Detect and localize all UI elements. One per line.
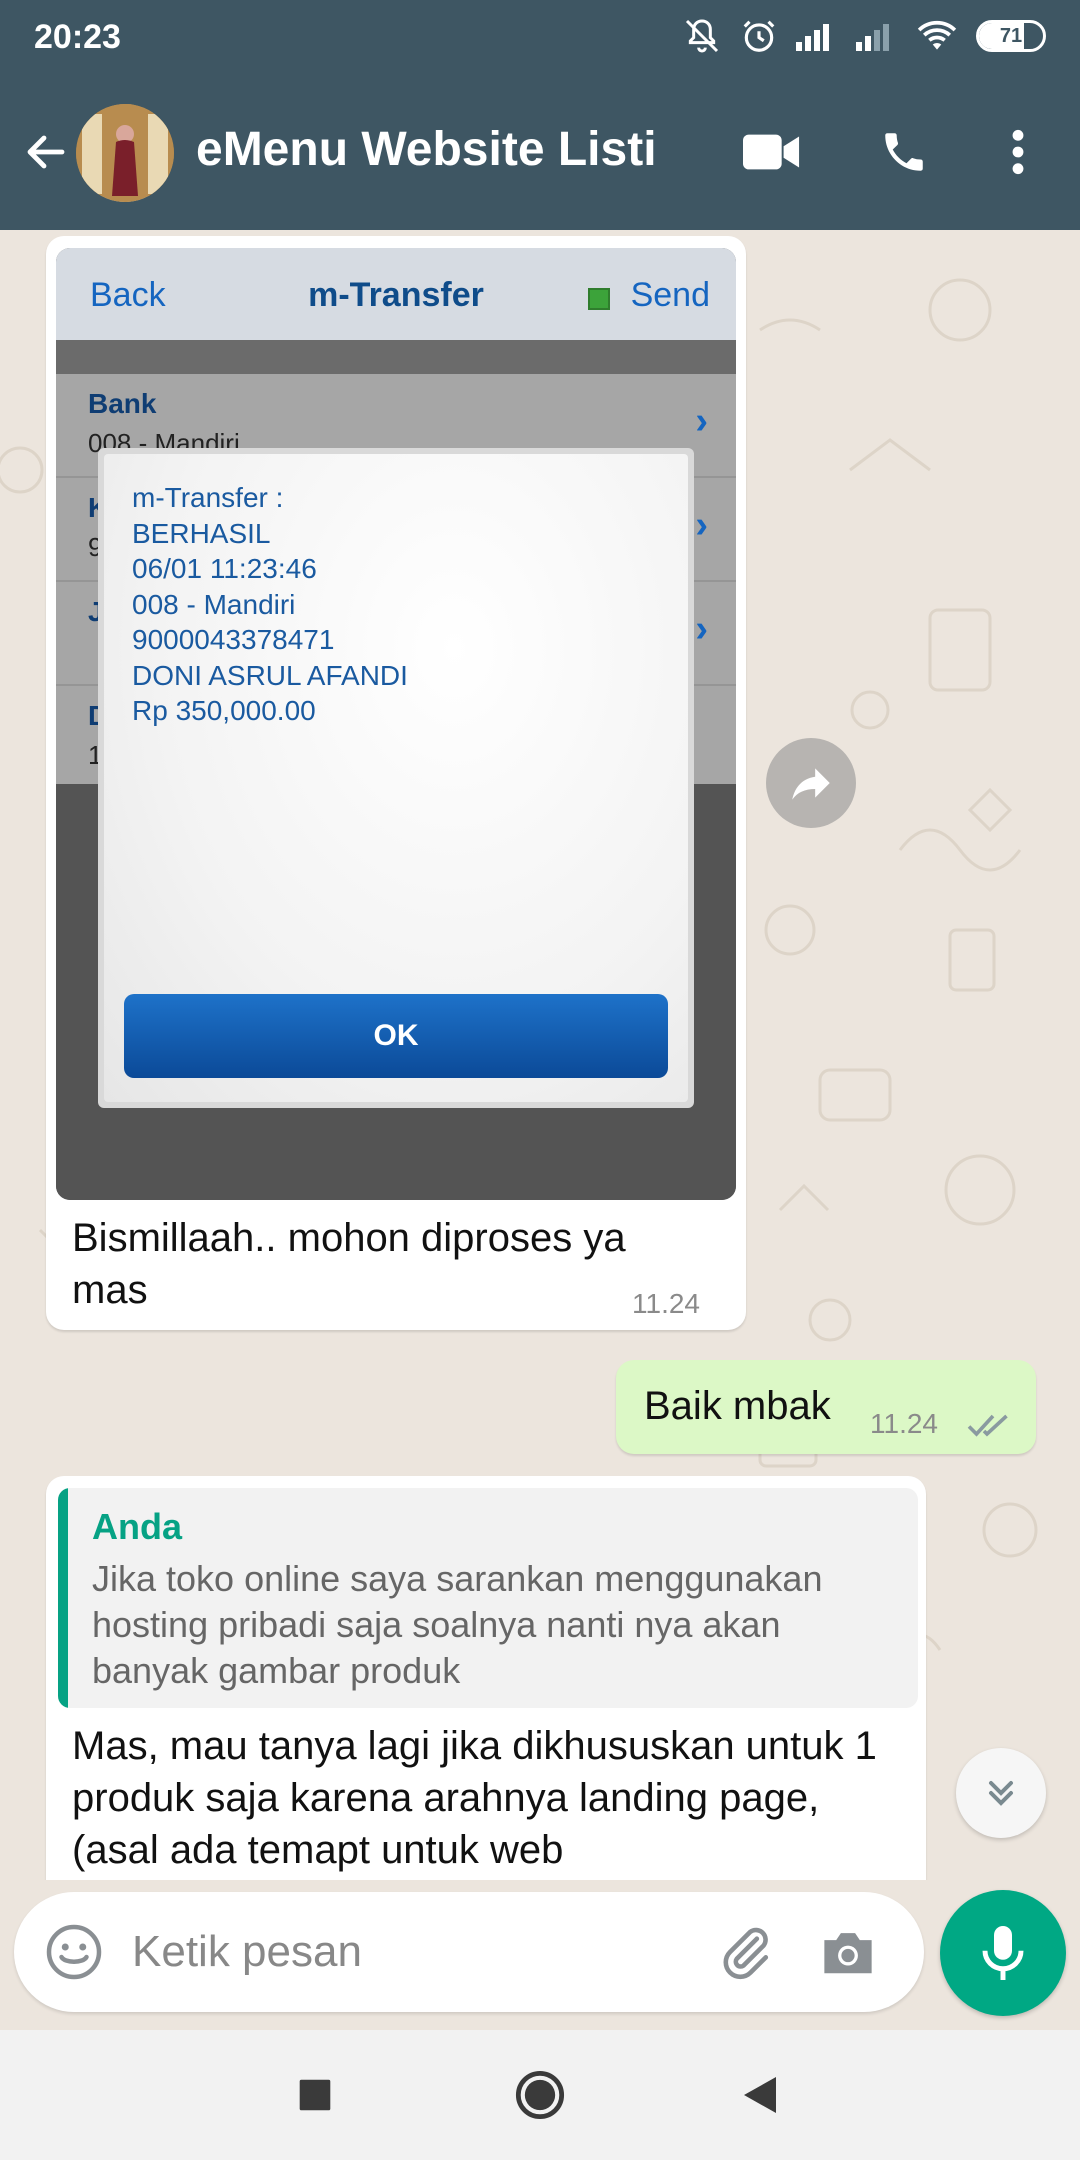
chevron-right-icon: ›	[695, 504, 708, 546]
emoji-button[interactable]	[42, 1920, 106, 1984]
message-composer	[14, 1892, 924, 2012]
phone-icon	[885, 133, 923, 171]
back-arrow-icon	[27, 135, 65, 169]
double-check-icon	[967, 1414, 1008, 1437]
double-chevron-down-icon	[989, 1781, 1013, 1806]
message-input[interactable]	[132, 1922, 692, 1982]
emoji-icon	[46, 1924, 102, 1980]
back-icon	[744, 2077, 776, 2113]
camera-icon	[824, 1933, 872, 1974]
recents-icon	[299, 2079, 331, 2111]
image-message-bubble[interactable]: Back m-Transfer Send Bank 008 - Mandiri …	[46, 236, 746, 1330]
screenshot-send-label: Send	[630, 276, 710, 314]
contact-name[interactable]: eMenu Website Listi	[196, 122, 657, 177]
alarm-icon	[743, 20, 775, 52]
signal-weak-icon	[856, 24, 889, 51]
voice-call-button[interactable]	[868, 116, 940, 188]
transfer-screenshot[interactable]: Back m-Transfer Send Bank 008 - Mandiri …	[56, 248, 736, 1200]
send-indicator-icon	[588, 288, 610, 310]
quote-author: Anda	[92, 1506, 182, 1547]
message-time: 11.24	[870, 1408, 938, 1439]
transfer-success-dialog: m-Transfer : BERHASIL 06/01 11:23:46 008…	[98, 448, 694, 1108]
outgoing-message-bubble[interactable]: Baik mbak 11.24	[616, 1360, 1036, 1454]
camera-button[interactable]	[816, 1920, 880, 1984]
battery-level: 71	[999, 24, 1023, 47]
battery-icon: 71	[976, 20, 1046, 52]
message-time: 11.24	[632, 1288, 700, 1319]
video-call-button[interactable]	[736, 116, 808, 188]
image-caption: Bismillaah.. mohon diproses ya mas	[72, 1216, 626, 1312]
forward-icon	[792, 768, 830, 800]
chat-header: eMenu Website Listi	[0, 76, 1080, 230]
home-icon	[515, 2070, 565, 2120]
reply-message-bubble[interactable]: Anda Jika toko online saya sarankan meng…	[46, 1476, 926, 1880]
scroll-down-button[interactable]	[956, 1748, 1046, 1838]
back-button[interactable]	[18, 124, 74, 180]
transfer-details: m-Transfer : BERHASIL 06/01 11:23:46 008…	[132, 482, 408, 726]
reply-message-text: Mas, mau tanya lagi jika dikhususkan unt…	[72, 1724, 877, 1872]
signal-icon	[796, 24, 829, 51]
recents-button[interactable]	[280, 2060, 350, 2130]
video-call-icon	[743, 134, 800, 170]
attach-icon	[723, 1927, 769, 1980]
wifi-icon	[917, 20, 957, 50]
forward-button[interactable]	[766, 738, 856, 828]
contact-avatar[interactable]	[76, 104, 174, 202]
outgoing-message-text: Baik mbak	[644, 1384, 831, 1428]
status-bar: 20:23 71	[0, 0, 1080, 76]
voice-record-button[interactable]	[940, 1890, 1066, 2016]
mic-icon	[982, 1926, 1024, 1980]
home-button[interactable]	[505, 2060, 575, 2130]
more-vert-icon	[1012, 129, 1024, 175]
attach-button[interactable]	[714, 1920, 778, 1984]
screenshot-ok-button: OK	[124, 994, 668, 1078]
chat-area[interactable]: Back m-Transfer Send Bank 008 - Mandiri …	[0, 230, 1080, 1880]
status-time: 20:23	[34, 18, 121, 56]
screenshot-navbar: Back m-Transfer Send	[56, 248, 736, 340]
system-back-button[interactable]	[725, 2060, 795, 2130]
more-options-button[interactable]	[982, 116, 1054, 188]
chevron-right-icon: ›	[695, 400, 708, 442]
status-icons: 71	[682, 16, 1046, 56]
system-nav-bar	[0, 2030, 1080, 2160]
chevron-right-icon: ›	[695, 608, 708, 650]
mute-bell-icon	[685, 19, 719, 53]
quoted-message[interactable]: Anda Jika toko online saya sarankan meng…	[58, 1488, 918, 1708]
quote-text: Jika toko online saya sarankan menggunak…	[92, 1558, 823, 1691]
